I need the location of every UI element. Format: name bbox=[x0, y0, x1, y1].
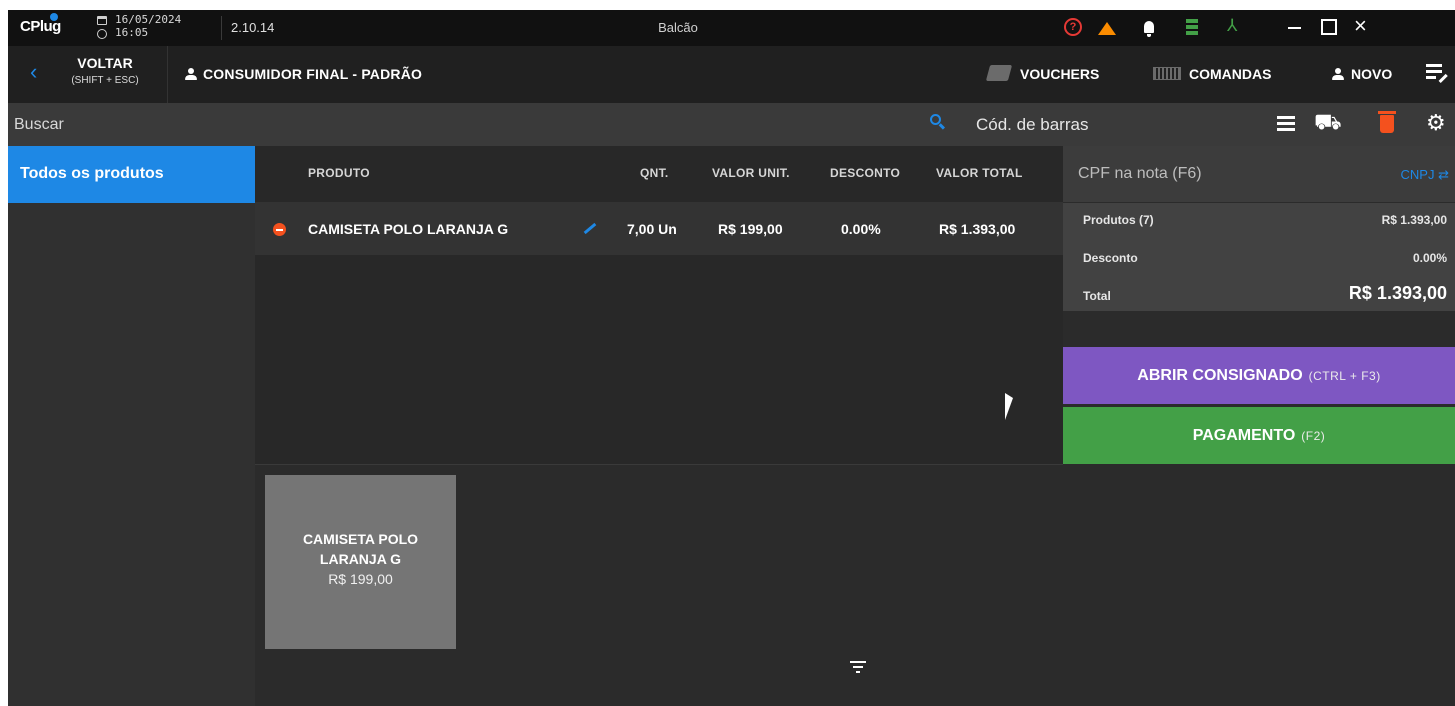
cart-icon[interactable]: ⛟ bbox=[1314, 109, 1342, 135]
server-icon[interactable] bbox=[1186, 19, 1198, 35]
cplug-logo: CPlug bbox=[20, 13, 61, 35]
column-header-valor-total: VALOR TOTAL bbox=[936, 166, 1023, 180]
total-value: R$ 1.393,00 bbox=[1348, 283, 1447, 303]
bell-icon[interactable] bbox=[1144, 21, 1154, 37]
person-icon bbox=[185, 68, 197, 80]
add-person-icon bbox=[1332, 68, 1344, 80]
logo-dot-icon bbox=[50, 13, 58, 21]
desconto-value: 0.00% bbox=[1412, 251, 1447, 265]
comanda-icon bbox=[1153, 67, 1181, 80]
search-icon[interactable] bbox=[930, 114, 946, 130]
calendar-icon bbox=[97, 16, 107, 25]
edit-icon[interactable] bbox=[583, 222, 597, 235]
vouchers-button[interactable]: VOUCHERS bbox=[1020, 66, 1099, 82]
cell-desconto: 0.00% bbox=[841, 221, 881, 237]
cnpj-toggle[interactable]: CNPJ ⇄ bbox=[1401, 167, 1449, 183]
product-card[interactable]: CAMISETA POLO LARANJA G R$ 199,00 bbox=[265, 475, 456, 649]
checkout-panel: CPF na nota (F6) CNPJ ⇄ Produtos (7) R$ … bbox=[1063, 146, 1455, 706]
back-shortcut-hint: (SHIFT + ESC) bbox=[71, 75, 139, 86]
category-item-all[interactable]: Todos os produtos bbox=[8, 146, 255, 203]
comandas-button[interactable]: COMANDAS bbox=[1189, 66, 1271, 82]
summary-row-desconto: Desconto 0.00% bbox=[1063, 239, 1455, 275]
help-icon[interactable]: ? bbox=[1064, 18, 1082, 36]
consignado-hint: (CTRL + F3) bbox=[1308, 368, 1381, 383]
cell-qnt: 7,00 Un bbox=[627, 221, 677, 237]
date-text: 16/05/2024 bbox=[115, 13, 182, 26]
pagamento-button[interactable]: PAGAMENTO (F2) bbox=[1063, 407, 1455, 464]
search-bar: ⛟ ⚙ bbox=[8, 103, 1455, 146]
minimize-button[interactable] bbox=[1288, 27, 1301, 29]
category-sidebar: Todos os produtos bbox=[8, 146, 255, 706]
table-row[interactable]: CAMISETA POLO LARANJA G 7,00 Un R$ 199,0… bbox=[255, 202, 1063, 255]
chevron-left-icon: ‹ bbox=[30, 59, 38, 84]
warning-icon[interactable] bbox=[1098, 22, 1116, 35]
product-grid: CAMISETA POLO LARANJA G R$ 199,00 bbox=[255, 464, 1063, 706]
clock-icon bbox=[97, 29, 107, 39]
cnpj-label: CNPJ bbox=[1400, 167, 1435, 182]
cell-valor-unit: R$ 199,00 bbox=[718, 221, 783, 237]
mouse-cursor-icon bbox=[1005, 393, 1013, 420]
time-text: 16:05 bbox=[115, 26, 149, 39]
gear-icon[interactable]: ⚙ bbox=[1426, 110, 1446, 136]
consignado-label: ABRIR CONSIGNADO bbox=[1137, 366, 1303, 384]
produtos-label: Produtos (7) bbox=[1083, 213, 1154, 227]
network-icon[interactable]: ⅄ bbox=[1227, 17, 1237, 35]
app-version: 2.10.14 bbox=[231, 20, 275, 35]
datetime-display: 16/05/2024 16:05 bbox=[115, 13, 181, 39]
abrir-consignado-button[interactable]: ABRIR CONSIGNADO (CTRL + F3) bbox=[1063, 347, 1455, 404]
header-divider bbox=[167, 46, 168, 103]
order-summary: Produtos (7) R$ 1.393,00 Desconto 0.00% … bbox=[1063, 203, 1455, 311]
column-header-valor-unit: VALOR UNIT. bbox=[712, 166, 790, 180]
customer-selector[interactable]: CONSUMIDOR FINAL - PADRÃO bbox=[203, 66, 422, 82]
produtos-value: R$ 1.393,00 bbox=[1381, 213, 1447, 227]
column-header-qnt: QNT. bbox=[640, 166, 669, 180]
window-title: Balcão bbox=[658, 20, 698, 35]
list-view-icon[interactable] bbox=[1277, 116, 1295, 131]
barcode-input[interactable] bbox=[976, 103, 1236, 146]
novo-button[interactable]: NOVO bbox=[1351, 66, 1392, 82]
datetime-icons bbox=[96, 14, 108, 40]
search-input[interactable] bbox=[14, 103, 914, 146]
maximize-button[interactable] bbox=[1321, 19, 1337, 35]
product-price: R$ 199,00 bbox=[328, 571, 393, 587]
summary-row-total: Total R$ 1.393,00 bbox=[1063, 275, 1455, 311]
column-header-desconto: DESCONTO bbox=[830, 166, 901, 180]
title-bar: CPlug 16/05/2024 16:05 2.10.14 Balcão ? … bbox=[8, 10, 1455, 46]
swap-icon: ⇄ bbox=[1438, 167, 1449, 182]
product-name: CAMISETA POLO LARANJA G bbox=[302, 531, 419, 567]
pagamento-hint: (F2) bbox=[1301, 428, 1326, 443]
cell-produto: CAMISETA POLO LARANJA G bbox=[308, 221, 509, 237]
trash-icon[interactable] bbox=[1378, 111, 1396, 133]
filter-icon[interactable] bbox=[850, 661, 866, 673]
remove-item-icon[interactable] bbox=[273, 223, 286, 236]
cell-valor-total: R$ 1.393,00 bbox=[939, 221, 1016, 237]
cart-table: PRODUTO QNT. VALOR UNIT. DESCONTO VALOR … bbox=[255, 146, 1063, 464]
cpf-field[interactable]: CPF na nota (F6) CNPJ ⇄ bbox=[1063, 146, 1455, 202]
back-label: VOLTAR bbox=[77, 55, 133, 71]
tag-icon bbox=[985, 65, 1013, 81]
menu-edit-icon[interactable] bbox=[1426, 64, 1448, 83]
column-header-produto: PRODUTO bbox=[308, 166, 370, 180]
close-button[interactable]: × bbox=[1354, 14, 1367, 38]
total-label: Total bbox=[1083, 289, 1111, 303]
back-button[interactable]: ‹ VOLTAR (SHIFT + ESC) bbox=[8, 46, 168, 103]
pagamento-label: PAGAMENTO bbox=[1192, 426, 1296, 444]
summary-row-produtos: Produtos (7) R$ 1.393,00 bbox=[1063, 203, 1455, 239]
desconto-label: Desconto bbox=[1083, 251, 1138, 265]
cpf-label: CPF na nota (F6) bbox=[1078, 165, 1202, 182]
pos-window: CPlug 16/05/2024 16:05 2.10.14 Balcão ? … bbox=[8, 10, 1455, 706]
header-bar: ‹ VOLTAR (SHIFT + ESC) CONSUMIDOR FINAL … bbox=[8, 46, 1455, 103]
title-divider bbox=[221, 16, 222, 40]
